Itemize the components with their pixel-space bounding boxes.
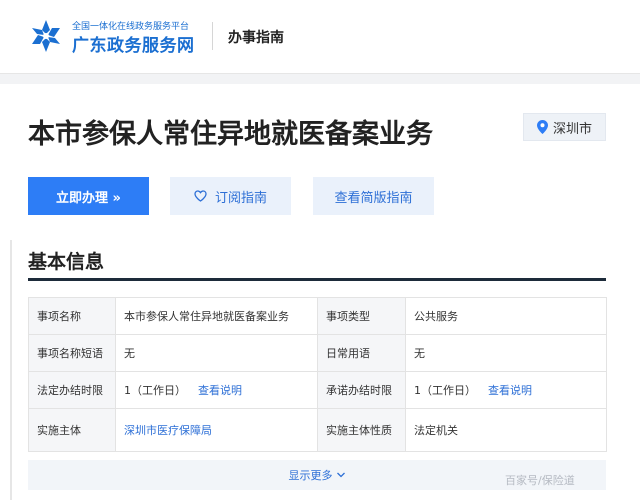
watermark: 百家号/保险道 <box>505 474 575 487</box>
table-row: 事项名称短语 无 日常用语 无 <box>28 334 607 372</box>
implementing-body-label: 实施主体 <box>28 408 116 452</box>
legal-time-limit-value: 1（工作日） <box>124 384 186 397</box>
item-type-label: 事项类型 <box>317 297 406 335</box>
short-name-label: 事项名称短语 <box>28 334 116 372</box>
apply-now-label: 立即办理 » <box>56 190 121 206</box>
location-pin-icon <box>536 120 548 134</box>
brand-name[interactable]: 广东政务服务网 <box>72 31 195 56</box>
short-name-value: 无 <box>115 334 318 372</box>
legal-time-limit-explain-link[interactable]: 查看说明 <box>198 384 242 397</box>
section-title-basic-info: 基本信息 <box>28 251 105 273</box>
implementing-body-cell: 深圳市医疗保障局 <box>115 408 318 452</box>
city-label: 深圳市 <box>552 121 592 137</box>
promised-time-limit-value: 1（工作日） <box>414 384 476 397</box>
view-brief-guide-button[interactable]: 查看简版指南 <box>313 177 434 215</box>
promised-time-limit-explain-link[interactable]: 查看说明 <box>488 384 532 397</box>
legal-time-limit-cell: 1（工作日） 查看说明 <box>115 371 318 409</box>
legal-time-limit-label: 法定办结时限 <box>28 371 116 409</box>
table-row: 事项名称 本市参保人常住异地就医备案业务 事项类型 公共服务 <box>28 297 607 335</box>
promised-time-limit-label: 承诺办结时限 <box>317 371 406 409</box>
item-name-label: 事项名称 <box>28 297 116 335</box>
apply-now-button[interactable]: 立即办理 » <box>28 177 149 215</box>
location-selector[interactable]: 深圳市 <box>523 113 606 141</box>
subscribe-guide-label: 订阅指南 <box>214 190 267 206</box>
show-more-label: 显示更多 <box>288 469 333 482</box>
top-bar: 全国一体化在线政务服务平台 广东政务服务网 办事指南 <box>0 0 640 74</box>
common-term-label: 日常用语 <box>317 334 406 372</box>
subscribe-guide-button[interactable]: 订阅指南 <box>170 177 291 215</box>
item-type-value: 公共服务 <box>405 297 607 335</box>
section-underline <box>28 278 606 281</box>
table-row: 法定办结时限 1（工作日） 查看说明 承诺办结时限 1（工作日） 查看说明 <box>28 371 607 409</box>
view-brief-guide-label: 查看简版指南 <box>334 190 413 206</box>
chevron-down-icon <box>336 472 345 478</box>
left-divider <box>10 240 12 500</box>
table-row: 实施主体 深圳市医疗保障局 实施主体性质 法定机关 <box>28 408 607 452</box>
implementing-body-link[interactable]: 深圳市医疗保障局 <box>124 424 212 437</box>
header-divider <box>212 22 213 50</box>
nav-guide-label[interactable]: 办事指南 <box>228 27 284 47</box>
common-term-value: 无 <box>405 334 607 372</box>
implementing-body-nature-label: 实施主体性质 <box>317 408 406 452</box>
promised-time-limit-cell: 1（工作日） 查看说明 <box>405 371 607 409</box>
implementing-body-nature-value: 法定机关 <box>405 408 607 452</box>
page-title: 本市参保人常住异地就医备案业务 <box>28 119 433 150</box>
item-name-value: 本市参保人常住异地就医备案业务 <box>115 297 318 335</box>
basic-info-table: 事项名称 本市参保人常住异地就医备案业务 事项类型 公共服务 事项名称短语 无 … <box>28 297 607 452</box>
heart-icon <box>194 190 207 202</box>
brand-logo-icon[interactable] <box>28 18 64 54</box>
